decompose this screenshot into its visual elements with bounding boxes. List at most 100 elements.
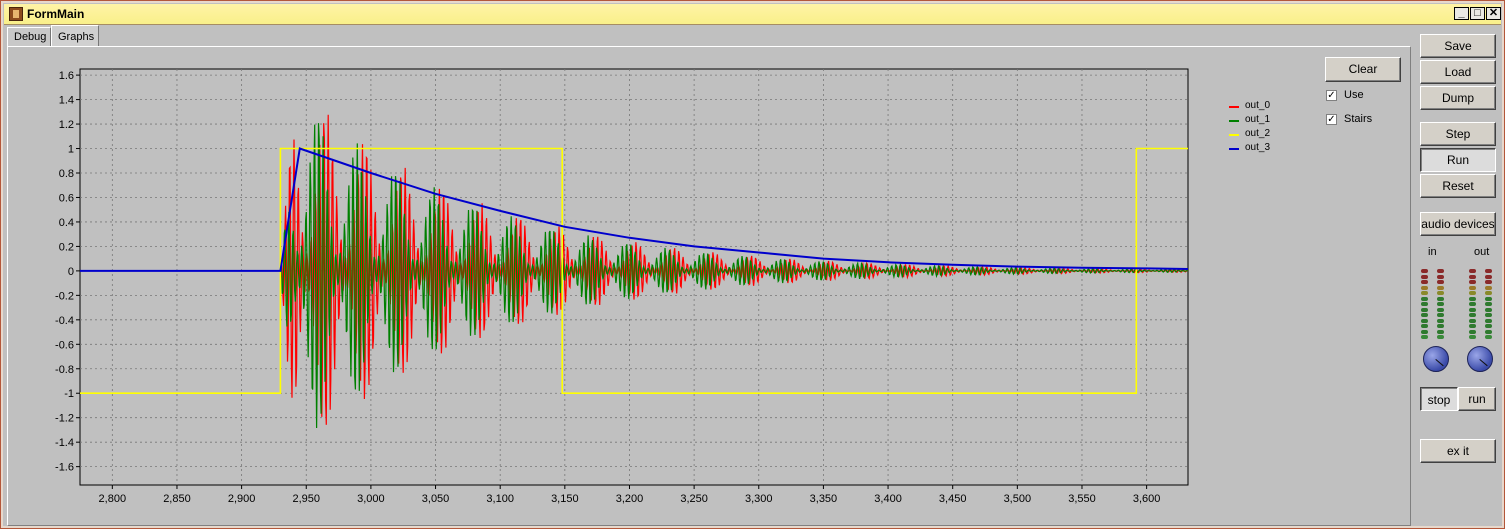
step-button[interactable]: Step xyxy=(1420,122,1496,146)
meter-led xyxy=(1469,329,1476,334)
x-tick-label: 3,600 xyxy=(1133,493,1161,505)
meter-led xyxy=(1437,302,1444,306)
main-window: FormMain _ □ ✕ Debug Graphs 2,800 2,850 2,… xyxy=(0,0,1505,529)
run-button[interactable]: Run xyxy=(1420,148,1496,172)
y-tick-label: -0.4 xyxy=(55,315,74,327)
meter-led xyxy=(1437,318,1444,323)
x-tick-label: 3,250 xyxy=(680,493,708,505)
close-button[interactable]: ✕ xyxy=(1486,7,1501,20)
meter-led xyxy=(1469,307,1476,312)
meter-led xyxy=(1469,318,1476,323)
x-tick-label: 2,900 xyxy=(228,493,256,505)
input-gain-knob[interactable] xyxy=(1423,346,1449,372)
meter-led xyxy=(1469,324,1476,328)
meter-led xyxy=(1469,269,1476,273)
y-tick-label: 0.2 xyxy=(59,241,74,253)
meter-led xyxy=(1469,280,1476,284)
meter-led xyxy=(1485,280,1492,284)
tab-graphs[interactable]: Graphs xyxy=(51,25,99,47)
graphs-panel: 2,800 2,850 2,900 2,950 3,000 3,050 3,100 3,150… xyxy=(7,46,1411,526)
reset-button[interactable]: Reset xyxy=(1420,174,1496,198)
meter-led xyxy=(1485,285,1492,290)
meter-led xyxy=(1421,335,1428,339)
meter-led xyxy=(1437,280,1444,284)
maximize-button[interactable]: □ xyxy=(1470,7,1485,20)
meter-led xyxy=(1437,307,1444,312)
meter-led xyxy=(1485,329,1492,334)
x-tick-label: 2,800 xyxy=(99,493,127,505)
dump-button[interactable]: Dump xyxy=(1420,86,1496,110)
exit-button[interactable]: ex it xyxy=(1420,439,1496,463)
legend-label: out_2 xyxy=(1245,128,1271,139)
y-tick-label: -0.8 xyxy=(55,364,74,376)
y-tick-label: -1.4 xyxy=(55,437,74,449)
meter-led xyxy=(1485,274,1492,279)
x-tick-label: 3,450 xyxy=(939,493,967,505)
stop-button[interactable]: stop xyxy=(1420,387,1458,411)
legend-label: out_3 xyxy=(1245,142,1271,153)
x-tick-label: 3,550 xyxy=(1068,493,1096,505)
out-label: out xyxy=(1474,246,1490,258)
meter-led xyxy=(1485,313,1492,317)
x-tick-label: 3,100 xyxy=(486,493,514,505)
load-button[interactable]: Load xyxy=(1420,60,1496,84)
meter-led xyxy=(1421,296,1428,301)
y-tick-label: 1.6 xyxy=(59,70,74,82)
y-tick-label: -0.2 xyxy=(55,290,74,302)
y-tick-label: 0.4 xyxy=(59,217,74,229)
y-tick-label: 0 xyxy=(68,266,74,278)
meter-led xyxy=(1421,285,1428,290)
y-tick-label: 1.4 xyxy=(59,95,74,107)
window-title: FormMain xyxy=(27,7,85,21)
meter-led xyxy=(1485,291,1492,295)
y-tick-label: -0.6 xyxy=(55,339,74,351)
meter-led xyxy=(1421,302,1428,306)
meter-led xyxy=(1437,329,1444,334)
legend-label: out_1 xyxy=(1245,114,1271,125)
meter-led xyxy=(1421,313,1428,317)
in-label: in xyxy=(1428,246,1437,258)
tab-debug[interactable]: Debug xyxy=(7,27,51,46)
use-check-mark[interactable]: ✓ xyxy=(1326,90,1337,101)
meter-led xyxy=(1469,335,1476,339)
minimize-button[interactable]: _ xyxy=(1454,7,1469,20)
meter-led xyxy=(1469,302,1476,306)
x-tick-label: 3,300 xyxy=(745,493,773,505)
meter-led xyxy=(1485,324,1492,328)
stairs-label: Stairs xyxy=(1344,113,1373,125)
meter-led xyxy=(1437,296,1444,301)
meter-led xyxy=(1421,329,1428,334)
meter-led xyxy=(1485,302,1492,306)
meter-led xyxy=(1485,296,1492,301)
title-bar: FormMain _ □ ✕ xyxy=(4,4,1501,25)
clear-button[interactable]: Clear xyxy=(1325,57,1401,82)
run-small-button[interactable]: run xyxy=(1458,387,1496,411)
legend-swatch xyxy=(1229,148,1239,150)
x-tick-label: 2,950 xyxy=(292,493,320,505)
meter-led xyxy=(1469,296,1476,301)
y-tick-label: 1.2 xyxy=(59,119,74,131)
meter-led xyxy=(1437,291,1444,295)
y-tick-label: -1.6 xyxy=(55,462,74,474)
app-icon xyxy=(9,7,23,21)
meter-led xyxy=(1421,324,1428,328)
meter-led xyxy=(1437,335,1444,339)
audio-devices-button[interactable]: audio devices xyxy=(1420,212,1496,236)
meter-led xyxy=(1437,285,1444,290)
meter-led xyxy=(1469,313,1476,317)
meter-led xyxy=(1421,291,1428,295)
y-tick-label: 1 xyxy=(68,144,74,156)
x-tick-label: 3,000 xyxy=(357,493,385,505)
meter-led xyxy=(1421,318,1428,323)
save-button[interactable]: Save xyxy=(1420,34,1496,58)
legend-label: out_0 xyxy=(1245,100,1271,111)
graph-chart: 2,800 2,850 2,900 2,950 3,000 3,050 3,100 3,150… xyxy=(55,68,1189,505)
stairs-check-mark[interactable]: ✓ xyxy=(1326,114,1337,125)
meter-led xyxy=(1437,274,1444,279)
x-tick-label: 3,200 xyxy=(616,493,644,505)
x-tick-label: 3,150 xyxy=(551,493,579,505)
x-tick-label: 2,850 xyxy=(163,493,191,505)
x-tick-label: 3,400 xyxy=(874,493,902,505)
legend-swatch xyxy=(1229,106,1239,108)
output-gain-knob[interactable] xyxy=(1467,346,1493,372)
